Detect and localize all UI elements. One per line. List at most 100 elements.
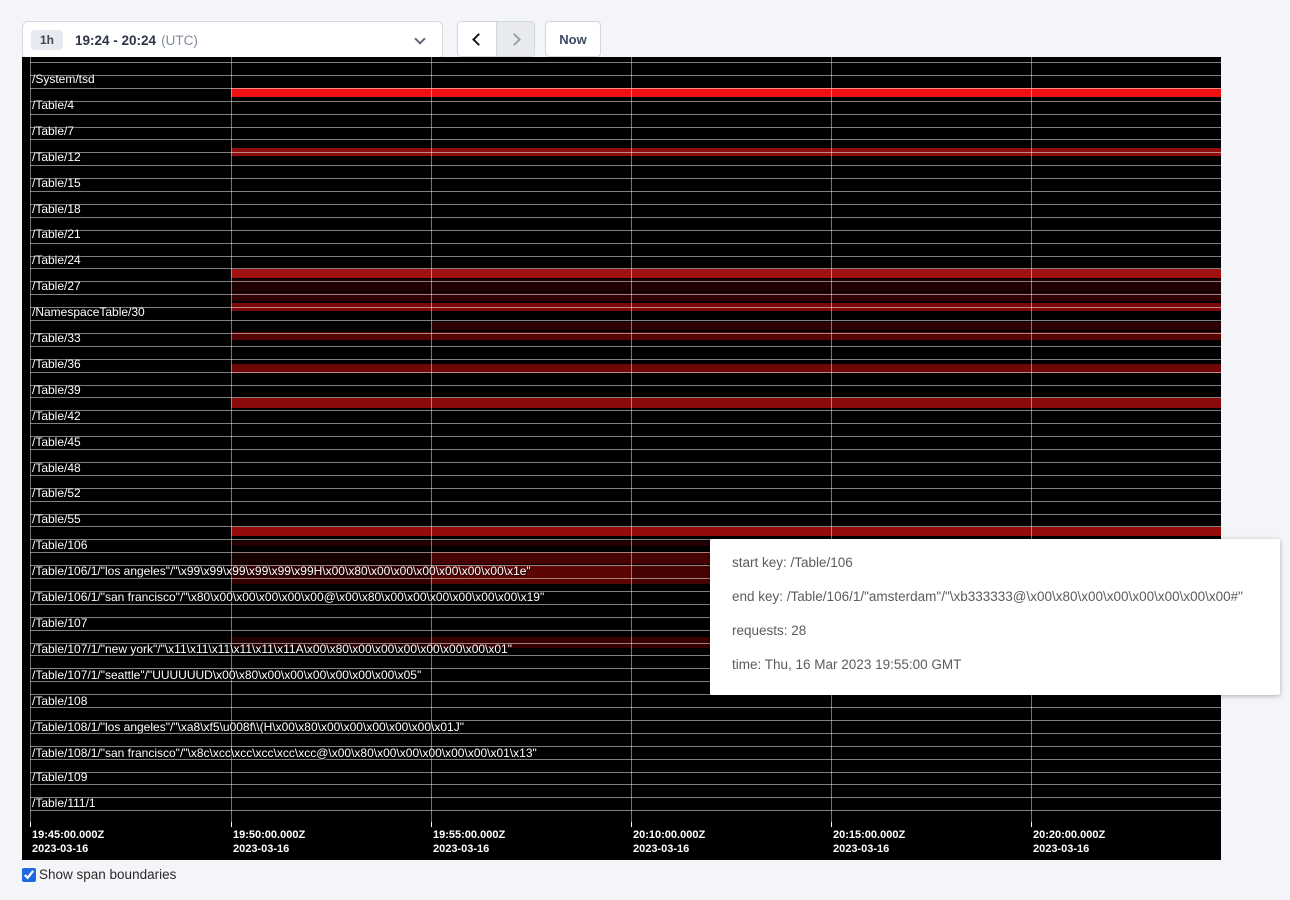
- tooltip-start-key: start key: /Table/106: [732, 555, 1280, 570]
- span-boundary-line: [30, 797, 1221, 798]
- span-boundary-line: [30, 488, 1221, 489]
- row-label: /Table/45: [32, 436, 81, 449]
- heat-band[interactable]: [231, 552, 431, 564]
- axis-tick: [231, 822, 232, 827]
- time-gridline: [231, 57, 232, 822]
- row-label: /NamespaceTable/30: [32, 306, 145, 319]
- x-axis: 19:45:00.000Z 2023-03-16 19:50:00.000Z 20…: [22, 822, 1221, 860]
- row-label: /Table/4: [32, 99, 74, 112]
- span-boundary-line: [30, 449, 1221, 450]
- axis-tick-label: 20:20:00.000Z 2023-03-16: [1033, 828, 1105, 856]
- row-label: /Table/106/1/"los angeles"/"\x99\x99\x99…: [32, 565, 531, 578]
- row-label: /Table/106: [32, 539, 87, 552]
- span-boundary-line: [30, 707, 1221, 708]
- prev-time-button[interactable]: [458, 22, 496, 56]
- time-gridline: [431, 57, 432, 822]
- row-label: /Table/42: [32, 410, 81, 423]
- time-gridline: [1031, 57, 1032, 822]
- heat-band[interactable]: [231, 269, 1221, 278]
- axis-tick-label: 20:15:00.000Z 2023-03-16: [833, 828, 905, 856]
- row-label: /Table/108: [32, 695, 87, 708]
- axis-tick-label: 20:10:00.000Z 2023-03-16: [633, 828, 705, 856]
- span-boundary-line: [30, 268, 1221, 269]
- row-label: /Table/107/1/"new york"/"\x11\x11\x11\x1…: [32, 643, 512, 656]
- span-boundary-line: [30, 423, 1221, 424]
- span-boundary-line: [30, 526, 1221, 527]
- row-label: /Table/36: [32, 358, 81, 371]
- page: { "toolbar": { "range_badge": "1h", "ran…: [0, 0, 1290, 900]
- span-boundary-line: [30, 372, 1221, 373]
- span-boundary-line: [30, 346, 1221, 347]
- row-label: /Table/27: [32, 280, 81, 293]
- span-boundary-line: [30, 127, 1221, 128]
- nav-button-group: [457, 21, 535, 57]
- chevron-down-icon: [414, 33, 425, 44]
- span-boundary-line: [30, 281, 1221, 282]
- time-range-utc-label: (UTC): [161, 33, 198, 48]
- axis-tick: [30, 822, 31, 827]
- row-label: /Table/106/1/"san francisco"/"\x80\x00\x…: [32, 591, 544, 604]
- span-boundary-line: [30, 810, 1221, 811]
- heat-band[interactable]: [231, 88, 1221, 97]
- next-time-button[interactable]: [496, 22, 534, 56]
- span-boundary-line: [30, 217, 1221, 218]
- time-range-text: 19:24 - 20:24: [75, 33, 156, 48]
- span-boundary-line: [30, 410, 1221, 411]
- span-boundary-line: [30, 385, 1221, 386]
- span-boundary-line: [30, 75, 1221, 76]
- row-label: /Table/52: [32, 487, 81, 500]
- span-boundary-line: [30, 230, 1221, 231]
- time-range-badge: 1h: [31, 30, 63, 50]
- row-label: /Table/111/1: [32, 797, 96, 810]
- row-label: /Table/7: [32, 125, 74, 138]
- toolbar: 1h 19:24 - 20:24 (UTC) Now: [0, 0, 1290, 57]
- row-label: /Table/107/1/"seattle"/"UUUUUUD\x00\x80\…: [32, 669, 421, 682]
- time-gridline: [831, 57, 832, 822]
- span-boundary-line: [30, 772, 1221, 773]
- span-boundary-line: [30, 501, 1221, 502]
- span-boundary-line: [30, 191, 1221, 192]
- heat-band[interactable]: [431, 322, 1221, 330]
- span-boundary-line: [30, 514, 1221, 515]
- span-boundaries-checkbox[interactable]: [22, 868, 36, 882]
- row-label: /Table/24: [32, 254, 81, 267]
- span-boundaries-label: Show span boundaries: [39, 867, 176, 882]
- row-label: /Table/33: [32, 332, 81, 345]
- axis-tick: [1031, 822, 1032, 827]
- span-boundary-line: [30, 62, 1221, 63]
- span-boundary-line: [30, 436, 1221, 437]
- time-range-dropdown[interactable]: 1h 19:24 - 20:24 (UTC): [22, 21, 443, 59]
- heatmap-plot[interactable]: /System/tsd/Table/4/Table/7/Table/12/Tab…: [22, 57, 1221, 822]
- tooltip: start key: /Table/106 end key: /Table/10…: [710, 539, 1280, 695]
- chevron-left-icon: [472, 33, 485, 46]
- row-label: /Table/109: [32, 771, 87, 784]
- row-label: /Table/107: [32, 617, 87, 630]
- span-boundary-line: [30, 359, 1221, 360]
- axis-tick-label: 19:45:00.000Z 2023-03-16: [32, 828, 104, 856]
- span-boundary-line: [30, 333, 1221, 334]
- chevron-right-icon: [508, 33, 521, 46]
- axis-tick: [831, 822, 832, 827]
- span-boundary-line: [30, 320, 1221, 321]
- span-boundary-line: [30, 139, 1221, 140]
- span-boundary-line: [30, 178, 1221, 179]
- span-boundary-line: [30, 462, 1221, 463]
- row-label: /Table/108/1/"los angeles"/"\xa8\xf5\u00…: [32, 721, 464, 734]
- heat-band[interactable]: [231, 527, 1221, 536]
- now-button[interactable]: Now: [545, 21, 601, 57]
- row-label: /Table/55: [32, 513, 81, 526]
- span-boundary-line: [30, 101, 1221, 102]
- axis-tick-label: 19:55:00.000Z 2023-03-16: [433, 828, 505, 856]
- axis-tick-label: 19:50:00.000Z 2023-03-16: [233, 828, 305, 856]
- row-label: /Table/48: [32, 462, 81, 475]
- time-gridline: [631, 57, 632, 822]
- row-label: /Table/15: [32, 177, 81, 190]
- tooltip-time: time: Thu, 16 Mar 2023 19:55:00 GMT: [732, 657, 1280, 672]
- span-boundary-line: [30, 114, 1221, 115]
- span-boundary-line: [30, 784, 1221, 785]
- heat-band[interactable]: [231, 398, 1221, 408]
- span-boundary-line: [30, 88, 1221, 89]
- tooltip-requests: requests: 28: [732, 623, 1280, 638]
- row-label: /System/tsd: [32, 73, 95, 86]
- row-label: /Table/12: [32, 151, 81, 164]
